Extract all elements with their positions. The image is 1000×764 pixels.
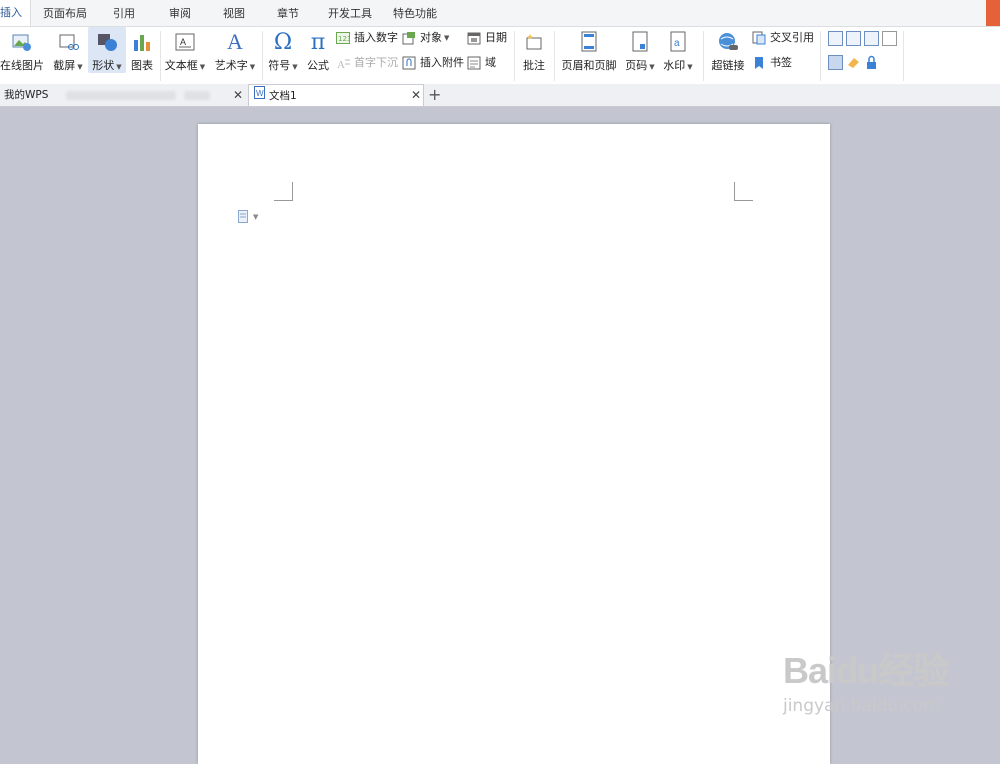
- ribbon-toolbar: 在线图片 截屏 ▼ 形状 ▼ 图表 A 文本框 ▼ A 艺术字 ▼ Ω 符号 ▼…: [0, 27, 1000, 85]
- shapes-icon: [88, 27, 126, 57]
- textbox-icon: A: [163, 27, 207, 57]
- crop-mark: [734, 182, 753, 201]
- calendar-icon: [467, 31, 481, 45]
- bar-chart-icon: [128, 27, 156, 57]
- design-mode-icon[interactable]: [828, 55, 843, 70]
- textbox-button[interactable]: A 文本框 ▼: [163, 27, 207, 77]
- svg-text:W: W: [256, 89, 264, 98]
- insert-attachment-button[interactable]: 插入附件: [402, 54, 464, 72]
- svg-text:A: A: [337, 59, 345, 69]
- tab-developer-tools[interactable]: 开发工具: [328, 6, 372, 22]
- blurred-region: [66, 91, 176, 100]
- baidu-watermark: Baidu经验 jingyan.baidu.com: [782, 650, 949, 716]
- document-tab-bar: 我的WPS ✕ W 文档1 ✕ +: [0, 84, 1000, 107]
- hyperlink-button[interactable]: 超链接: [708, 27, 748, 77]
- tab-document[interactable]: W 文档1: [248, 84, 424, 106]
- number-icon: 123: [336, 31, 350, 45]
- separator: [820, 31, 821, 81]
- menu-tab-bar: 插入 页面布局 引用 审阅 视图 章节 开发工具 特色功能: [0, 0, 1000, 27]
- tab-review[interactable]: 审阅: [169, 6, 191, 22]
- object-icon: [402, 31, 416, 45]
- tab-my-wps[interactable]: 我的WPS: [4, 84, 48, 106]
- page-number-button[interactable]: 页码 ▼: [622, 27, 658, 77]
- lock-icon[interactable]: [864, 55, 879, 70]
- header-footer-button[interactable]: 页眉和页脚: [558, 27, 620, 77]
- tab-special-features[interactable]: 特色功能: [393, 6, 437, 22]
- pi-icon: π: [310, 29, 326, 55]
- omega-icon: Ω: [273, 29, 293, 55]
- scissors-icon: [50, 27, 86, 57]
- insert-number-button[interactable]: 123 插入数字: [336, 29, 398, 47]
- cross-reference-button[interactable]: 交叉引用: [752, 29, 814, 47]
- wordart-icon: A: [227, 29, 243, 54]
- close-icon[interactable]: ✕: [233, 84, 243, 106]
- separator: [903, 31, 904, 81]
- text-form-field-icon[interactable]: [828, 31, 843, 46]
- object-button[interactable]: 对象 ▼: [402, 29, 449, 47]
- tab-view[interactable]: 视图: [223, 6, 245, 22]
- close-icon[interactable]: ✕: [411, 84, 421, 106]
- separator: [262, 31, 263, 81]
- blurred-region: [184, 91, 210, 100]
- watermark-icon: a: [660, 27, 696, 57]
- form-properties-icon[interactable]: [882, 31, 897, 46]
- svg-text:a: a: [674, 38, 680, 49]
- comment-button[interactable]: 批注: [518, 27, 550, 77]
- date-button[interactable]: 日期: [467, 29, 507, 47]
- dropcap-button[interactable]: A 首字下沉: [336, 54, 398, 72]
- svg-text:123: 123: [338, 35, 350, 43]
- tab-references[interactable]: 引用: [113, 6, 135, 22]
- field-icon: [467, 56, 481, 70]
- tab-page-layout[interactable]: 页面布局: [43, 6, 87, 22]
- picture-icon: [0, 27, 44, 57]
- formula-button[interactable]: π 公式: [304, 27, 332, 77]
- separator: [160, 31, 161, 81]
- comment-icon: [518, 27, 550, 57]
- svg-text:A: A: [180, 37, 186, 47]
- bookmark-icon: [752, 56, 766, 70]
- online-picture-button[interactable]: 在线图片: [0, 27, 44, 77]
- paste-options-icon[interactable]: ▼: [238, 210, 258, 223]
- tab-section[interactable]: 章节: [277, 6, 299, 22]
- watermark-button[interactable]: a 水印 ▼: [660, 27, 696, 77]
- wordart-button[interactable]: A 艺术字 ▼: [212, 27, 258, 77]
- cross-reference-icon: [752, 31, 766, 45]
- separator: [514, 31, 515, 81]
- screenshot-button[interactable]: 截屏 ▼: [50, 27, 86, 77]
- field-button[interactable]: 域: [467, 54, 496, 72]
- shape-button[interactable]: 形状 ▼: [88, 27, 126, 73]
- bookmark-button[interactable]: 书签: [752, 54, 792, 72]
- chart-button[interactable]: 图表: [128, 27, 156, 77]
- dropcap-icon: A: [336, 56, 350, 70]
- document-page[interactable]: ▼: [198, 124, 830, 764]
- separator: [703, 31, 704, 81]
- dropdown-form-field-icon[interactable]: [864, 31, 879, 46]
- globe-link-icon: [708, 27, 748, 57]
- checkbox-form-field-icon[interactable]: [846, 31, 861, 46]
- corner-button[interactable]: [986, 0, 1000, 26]
- page-number-icon: [622, 27, 658, 57]
- page-header-icon: [558, 27, 620, 57]
- crop-mark: [274, 182, 293, 201]
- separator: [554, 31, 555, 81]
- tab-insert[interactable]: 插入: [0, 0, 31, 26]
- symbol-button[interactable]: Ω 符号 ▼: [266, 27, 300, 77]
- new-tab-icon[interactable]: +: [428, 84, 441, 106]
- paperclip-icon: [402, 56, 416, 70]
- document-icon: W: [254, 85, 265, 107]
- eraser-icon[interactable]: [846, 55, 861, 70]
